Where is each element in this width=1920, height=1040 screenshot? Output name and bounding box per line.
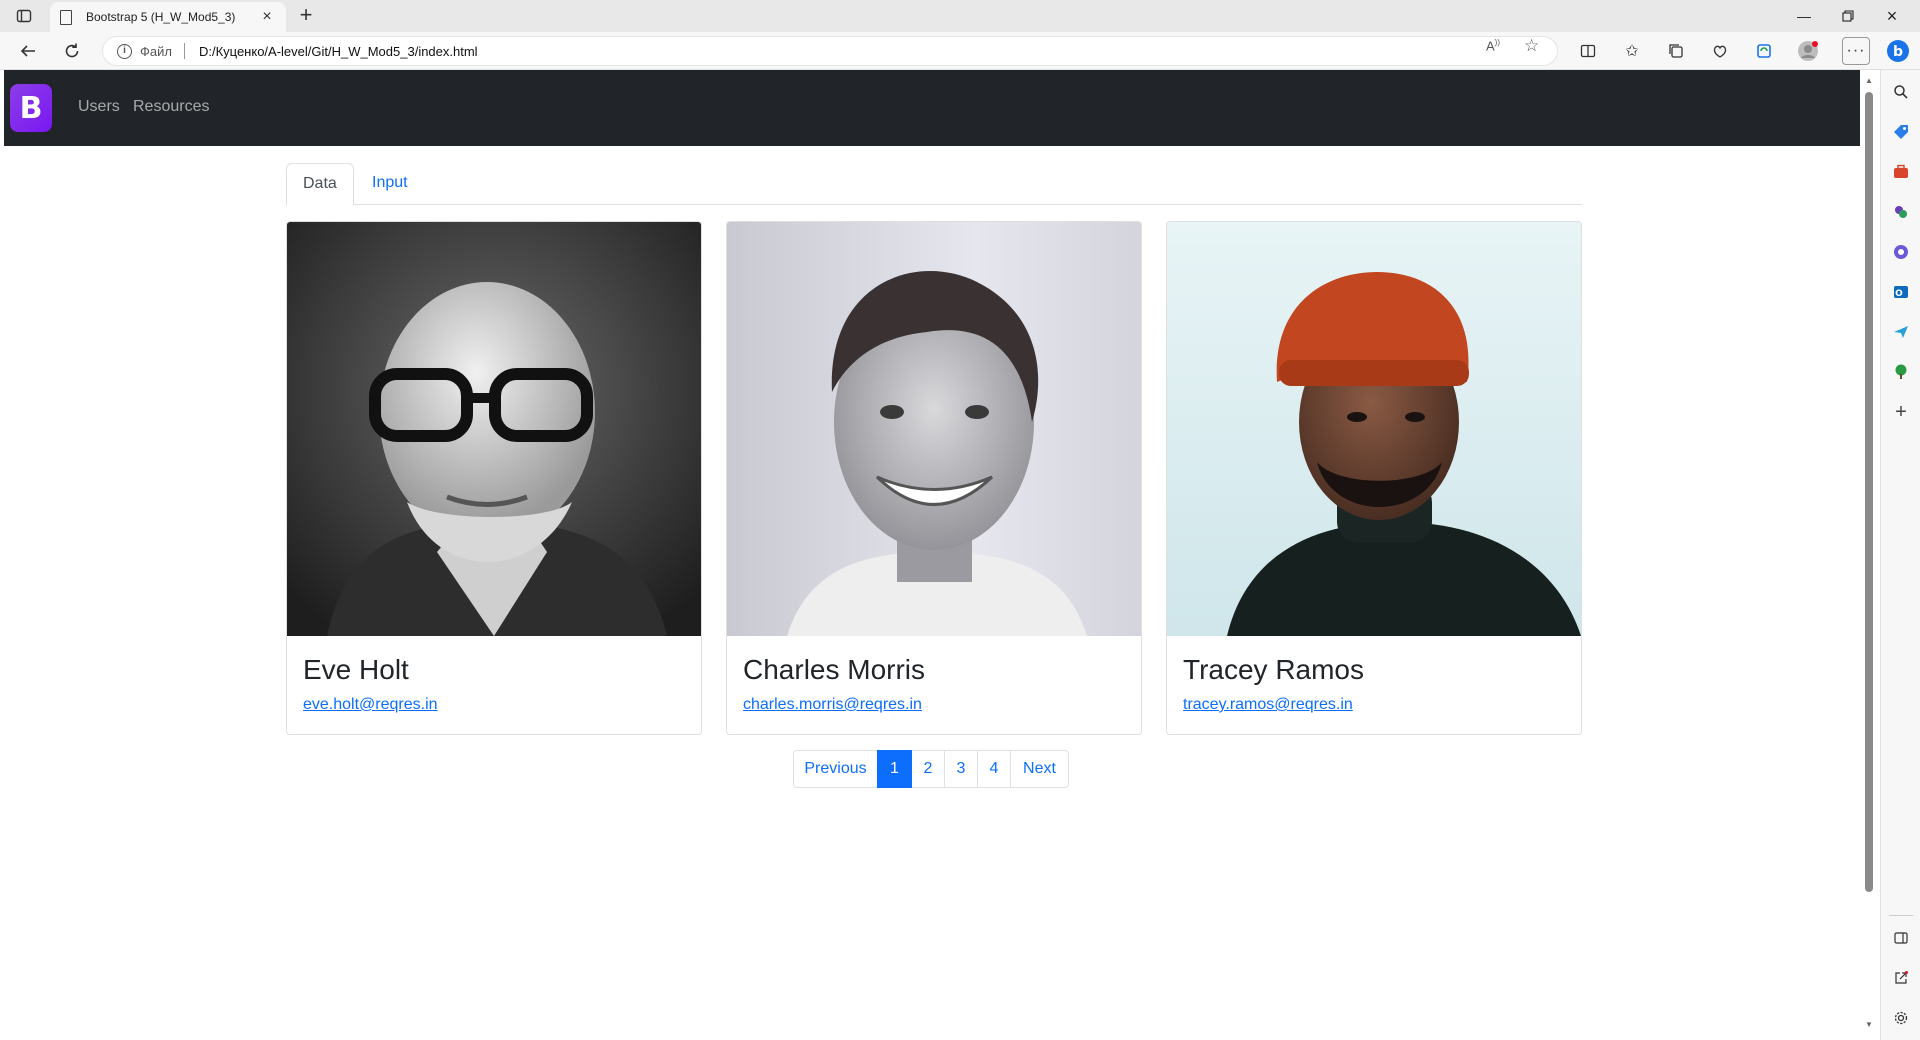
favorites-icon[interactable]: ✩: [1618, 37, 1646, 65]
pagination-next[interactable]: Next: [1010, 750, 1069, 788]
user-card: Eve Holt eve.holt@reqres.in: [286, 221, 702, 735]
pagination-page-2[interactable]: 2: [911, 750, 945, 788]
page-icon: [60, 9, 72, 25]
browser-sidebar: O +: [1880, 70, 1920, 1040]
user-name: Eve Holt: [303, 654, 409, 685]
collections-icon[interactable]: [1662, 37, 1690, 65]
favorite-star-icon[interactable]: ☆: [1524, 36, 1539, 56]
browser-essentials-icon[interactable]: [1706, 37, 1734, 65]
nav-tabs: Data Input: [286, 163, 1582, 206]
nav-link-resources[interactable]: Resources: [133, 98, 209, 116]
sidebar-divider: [1889, 915, 1913, 916]
browser-toolbar: i Файл D:/Куценко/A-level/Git/H_W_Mod5_3…: [0, 32, 1920, 70]
refresh-icon[interactable]: [58, 37, 86, 65]
pagination-page-4[interactable]: 4: [977, 750, 1011, 788]
user-avatar-photo: [1167, 222, 1581, 636]
navbar: B Users Resources: [4, 70, 1860, 146]
site-info-icon[interactable]: i: [117, 43, 132, 59]
shopping-tag-icon[interactable]: [1891, 122, 1911, 142]
address-bar[interactable]: i Файл D:/Куценко/A-level/Git/H_W_Mod5_3…: [102, 36, 1558, 66]
read-aloud-icon[interactable]: A)): [1486, 38, 1500, 53]
user-name: Charles Morris: [743, 654, 926, 685]
tab-actions-icon[interactable]: [14, 6, 34, 26]
user-card: Tracey Ramos tracey.ramos@reqres.in: [1166, 221, 1582, 735]
scroll-down-arrow-icon[interactable]: ▼: [1865, 1020, 1873, 1029]
search-icon[interactable]: [1891, 82, 1911, 102]
browser-tab-bar: Bootstrap 5 (H_W_Mod5_3) × + — ×: [0, 0, 1920, 32]
settings-gear-icon[interactable]: [1891, 1008, 1911, 1028]
user-email-link[interactable]: charles.morris@reqres.in: [743, 696, 922, 714]
svg-text:O: O: [1895, 289, 1903, 299]
restore-button[interactable]: [1826, 0, 1870, 32]
user-email-link[interactable]: tracey.ramos@reqres.in: [1183, 696, 1353, 714]
pagination: Previous 1 2 3 4 Next: [793, 750, 1069, 788]
bootstrap-logo[interactable]: B: [10, 84, 52, 132]
user-email-link[interactable]: eve.holt@reqres.in: [303, 696, 438, 714]
user-avatar-photo: [727, 222, 1141, 636]
external-link-icon[interactable]: [1891, 968, 1911, 988]
scroll-up-arrow-icon[interactable]: ▲: [1865, 76, 1873, 85]
close-tab-icon[interactable]: ×: [258, 8, 276, 26]
user-avatar-photo: [287, 222, 701, 636]
nav-link-users[interactable]: Users: [78, 98, 120, 116]
hide-sidebar-icon[interactable]: [1891, 928, 1911, 948]
card-body: Eve Holt eve.holt@reqres.in: [287, 636, 701, 730]
send-icon[interactable]: [1891, 322, 1911, 342]
tools-briefcase-icon[interactable]: [1891, 162, 1911, 182]
card-body: Charles Morris charles.morris@reqres.in: [727, 636, 1141, 730]
copilot-icon[interactable]: b: [1884, 37, 1912, 65]
pagination-page-3[interactable]: 3: [944, 750, 978, 788]
tab-data[interactable]: Data: [286, 163, 354, 206]
main-container: Data Input Eve Holt eve.holt@reqres.in C…: [286, 163, 1582, 735]
scrollbar-thumb[interactable]: [1865, 92, 1873, 892]
card-body: Tracey Ramos tracey.ramos@reqres.in: [1167, 636, 1581, 730]
address-scheme: Файл: [140, 43, 172, 59]
browser-tab-active[interactable]: Bootstrap 5 (H_W_Mod5_3) ×: [50, 2, 286, 32]
user-name: Tracey Ramos: [1183, 654, 1365, 685]
minimize-button[interactable]: —: [1782, 0, 1826, 32]
add-icon[interactable]: +: [1891, 401, 1911, 423]
user-cards: Eve Holt eve.holt@reqres.in Charles Morr…: [286, 221, 1582, 735]
tree-icon[interactable]: [1891, 362, 1911, 382]
user-card: Charles Morris charles.morris@reqres.in: [726, 221, 1142, 735]
microsoft-365-icon[interactable]: [1891, 242, 1911, 262]
profile-avatar-icon[interactable]: [1794, 37, 1822, 65]
close-window-button[interactable]: ×: [1870, 0, 1914, 32]
tab-title: Bootstrap 5 (H_W_Mod5_3): [86, 10, 236, 24]
games-icon[interactable]: [1891, 202, 1911, 222]
address-url[interactable]: D:/Куценко/A-level/Git/H_W_Mod5_3/index.…: [199, 44, 478, 59]
back-icon[interactable]: [14, 37, 42, 65]
extension-icon[interactable]: [1750, 37, 1778, 65]
pagination-previous[interactable]: Previous: [793, 750, 878, 788]
address-separator: [183, 43, 185, 59]
outlook-icon[interactable]: O: [1891, 282, 1911, 302]
split-screen-icon[interactable]: [1574, 37, 1602, 65]
more-options-icon[interactable]: ···: [1842, 37, 1870, 65]
new-tab-button[interactable]: +: [294, 4, 318, 28]
tab-input[interactable]: Input: [356, 163, 424, 205]
pagination-page-1[interactable]: 1: [877, 750, 912, 788]
page-viewport: B Users Resources Data Input Eve Holt ev…: [4, 70, 1860, 1036]
svg-text:b: b: [1893, 44, 1903, 60]
page-scrollbar[interactable]: ▲ ▼: [1860, 70, 1880, 1040]
